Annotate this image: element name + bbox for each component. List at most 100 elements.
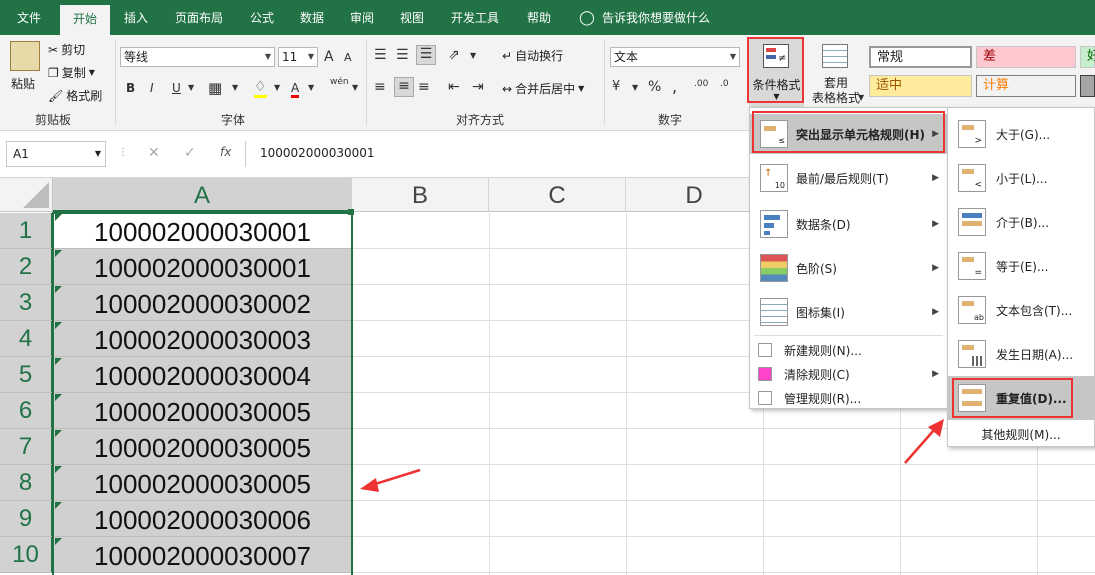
copy-button[interactable]: ❐ 复制 ▼ [48, 64, 95, 81]
style-bad[interactable]: 差 [976, 46, 1076, 68]
align-center-icon[interactable]: ≡ [394, 77, 414, 97]
tab-developer[interactable]: 开发工具 [440, 0, 510, 35]
currency-icon[interactable]: ¥ [612, 79, 620, 94]
bold-button[interactable]: B [126, 81, 135, 95]
orientation-icon[interactable]: ⇗ [448, 47, 460, 63]
menu-item-manage-rules[interactable]: 管理规则(R)... [750, 386, 947, 410]
menu-item-icon-sets[interactable]: 图标集(I) ▶ [750, 292, 947, 332]
style-good[interactable]: 好 [1080, 46, 1095, 68]
style-normal[interactable]: 常规 [869, 46, 972, 68]
shrink-font-button[interactable]: A [344, 51, 352, 64]
fill-handle[interactable] [348, 209, 354, 215]
style-neutral[interactable]: 适中 [869, 75, 972, 97]
menu-item-clear-rules[interactable]: 清除规则(C) ▶ [750, 362, 947, 386]
row-header[interactable]: 7 [0, 429, 53, 465]
tab-help[interactable]: 帮助 [516, 0, 562, 35]
fill-color-icon[interactable]: ♢ [254, 79, 267, 98]
cell-a5[interactable]: 100002000030004 [53, 357, 352, 393]
borders-icon[interactable]: ▦ [208, 79, 222, 97]
phonetic-button[interactable]: wén [330, 77, 349, 87]
chevron-down-icon[interactable]: ▼ [858, 93, 864, 102]
tab-formulas[interactable]: 公式 [240, 0, 284, 35]
style-check-cell[interactable] [1080, 75, 1095, 97]
row-header[interactable]: 9 [0, 501, 53, 537]
paste-icon[interactable] [10, 41, 40, 71]
tab-home[interactable]: 开始 [60, 5, 110, 35]
formula-input[interactable]: 100002000030001 [252, 141, 752, 167]
menu-item-new-rule[interactable]: 新建规则(N)... [750, 338, 947, 362]
increase-decimal-icon[interactable]: .00 [694, 79, 708, 89]
align-middle-icon[interactable]: ☰ [396, 47, 409, 63]
format-as-table-button[interactable]: 套用 表格格式 [808, 38, 864, 108]
column-header-d[interactable]: D [626, 178, 763, 212]
style-calculation[interactable]: 计算 [976, 75, 1076, 97]
row-header[interactable]: 10 [0, 537, 53, 573]
align-top-icon[interactable]: ☰ [374, 47, 387, 63]
row-header[interactable]: 1 [0, 213, 53, 249]
align-right-icon[interactable]: ≡ [418, 79, 430, 95]
align-bottom-icon[interactable]: ☰ [416, 45, 436, 65]
number-format-select[interactable]: 文本 ▼ [610, 47, 740, 67]
submenu-less-than[interactable]: < 小于(L)... [948, 156, 1094, 200]
menu-item-data-bars[interactable]: 数据条(D) ▶ [750, 204, 947, 244]
submenu-text-contains[interactable]: ab 文本包含(T)... [948, 288, 1094, 332]
decrease-decimal-icon[interactable]: .0 [720, 79, 729, 89]
submenu-between[interactable]: 介于(B)... [948, 200, 1094, 244]
cell-a7[interactable]: 100002000030005 [53, 429, 352, 465]
cell-a9[interactable]: 100002000030006 [53, 501, 352, 537]
row-header[interactable]: 6 [0, 393, 53, 429]
font-size-select[interactable]: 11 ▼ [278, 47, 318, 67]
font-color-button[interactable]: A [291, 81, 300, 98]
tab-file[interactable]: 文件 [0, 0, 58, 35]
tab-page-layout[interactable]: 页面布局 [164, 0, 234, 35]
font-name-select[interactable]: 等线 ▼ [120, 47, 275, 67]
percent-button[interactable]: % [648, 79, 661, 95]
submenu-equal-to[interactable]: = 等于(E)... [948, 244, 1094, 288]
submenu-more-rules[interactable]: 其他规则(M)... [948, 424, 1094, 446]
chevron-down-icon[interactable]: ▼ [232, 83, 238, 92]
tab-data[interactable]: 数据 [290, 0, 334, 35]
align-left-icon[interactable]: ≡ [374, 79, 386, 95]
menu-item-top-bottom-rules[interactable]: ↑ 10 最前/最后规则(T) ▶ [750, 158, 947, 198]
column-header-c[interactable]: C [489, 178, 626, 212]
conditional-format-button[interactable]: ≠ 条件格式 ▼ [749, 38, 804, 108]
column-header-b[interactable]: B [352, 178, 489, 212]
wrap-text-button[interactable]: ↵ 自动换行 [502, 47, 563, 64]
comma-button[interactable]: , [672, 77, 677, 96]
select-all-corner[interactable] [0, 178, 53, 212]
menu-item-color-scales[interactable]: 色阶(S) ▶ [750, 248, 947, 288]
row-header[interactable]: 8 [0, 465, 53, 501]
chevron-down-icon[interactable]: ▼ [308, 83, 314, 92]
enter-icon[interactable]: ✓ [184, 145, 196, 161]
increase-indent-icon[interactable]: ⇥ [472, 79, 484, 95]
tell-me-search[interactable]: 告诉我你想要做什么 [602, 0, 722, 35]
cut-button[interactable]: ✂ 剪切 [48, 41, 85, 58]
row-header[interactable]: 4 [0, 321, 53, 357]
cell-a2[interactable]: 100002000030001 [53, 249, 352, 285]
row-header[interactable]: 3 [0, 285, 53, 321]
chevron-down-icon[interactable]: ▼ [352, 83, 358, 92]
cell-a1[interactable]: 100002000030001 [53, 213, 352, 249]
submenu-date-occurring[interactable]: 发生日期(A)... [948, 332, 1094, 376]
submenu-duplicate-values[interactable]: 重复值(D)... [948, 376, 1094, 420]
underline-button[interactable]: U [172, 81, 181, 95]
format-painter-button[interactable]: 🖌 格式刷 [48, 87, 102, 104]
tab-review[interactable]: 审阅 [340, 0, 384, 35]
row-header[interactable]: 2 [0, 249, 53, 285]
name-box[interactable]: A1 ▼ [6, 141, 106, 167]
chevron-down-icon[interactable]: ▼ [274, 83, 280, 92]
column-header-a[interactable]: A [53, 178, 352, 212]
italic-button[interactable]: I [150, 81, 154, 95]
cancel-icon[interactable]: ✕ [148, 145, 160, 161]
tab-view[interactable]: 视图 [390, 0, 434, 35]
chevron-down-icon[interactable]: ▼ [188, 83, 194, 92]
cell-a3[interactable]: 100002000030002 [53, 285, 352, 321]
cell-a6[interactable]: 100002000030005 [53, 393, 352, 429]
decrease-indent-icon[interactable]: ⇤ [448, 79, 460, 95]
merge-center-button[interactable]: ↔ 合并后居中 ▼ [502, 80, 584, 97]
cell-a8[interactable]: 100002000030005 [53, 465, 352, 501]
tab-insert[interactable]: 插入 [114, 0, 158, 35]
chevron-down-icon[interactable]: ▼ [470, 51, 476, 60]
menu-item-highlight-rules[interactable]: ≤ 突出显示单元格规则(H) ▶ [750, 114, 947, 154]
paste-button[interactable]: 粘贴 [11, 75, 35, 92]
